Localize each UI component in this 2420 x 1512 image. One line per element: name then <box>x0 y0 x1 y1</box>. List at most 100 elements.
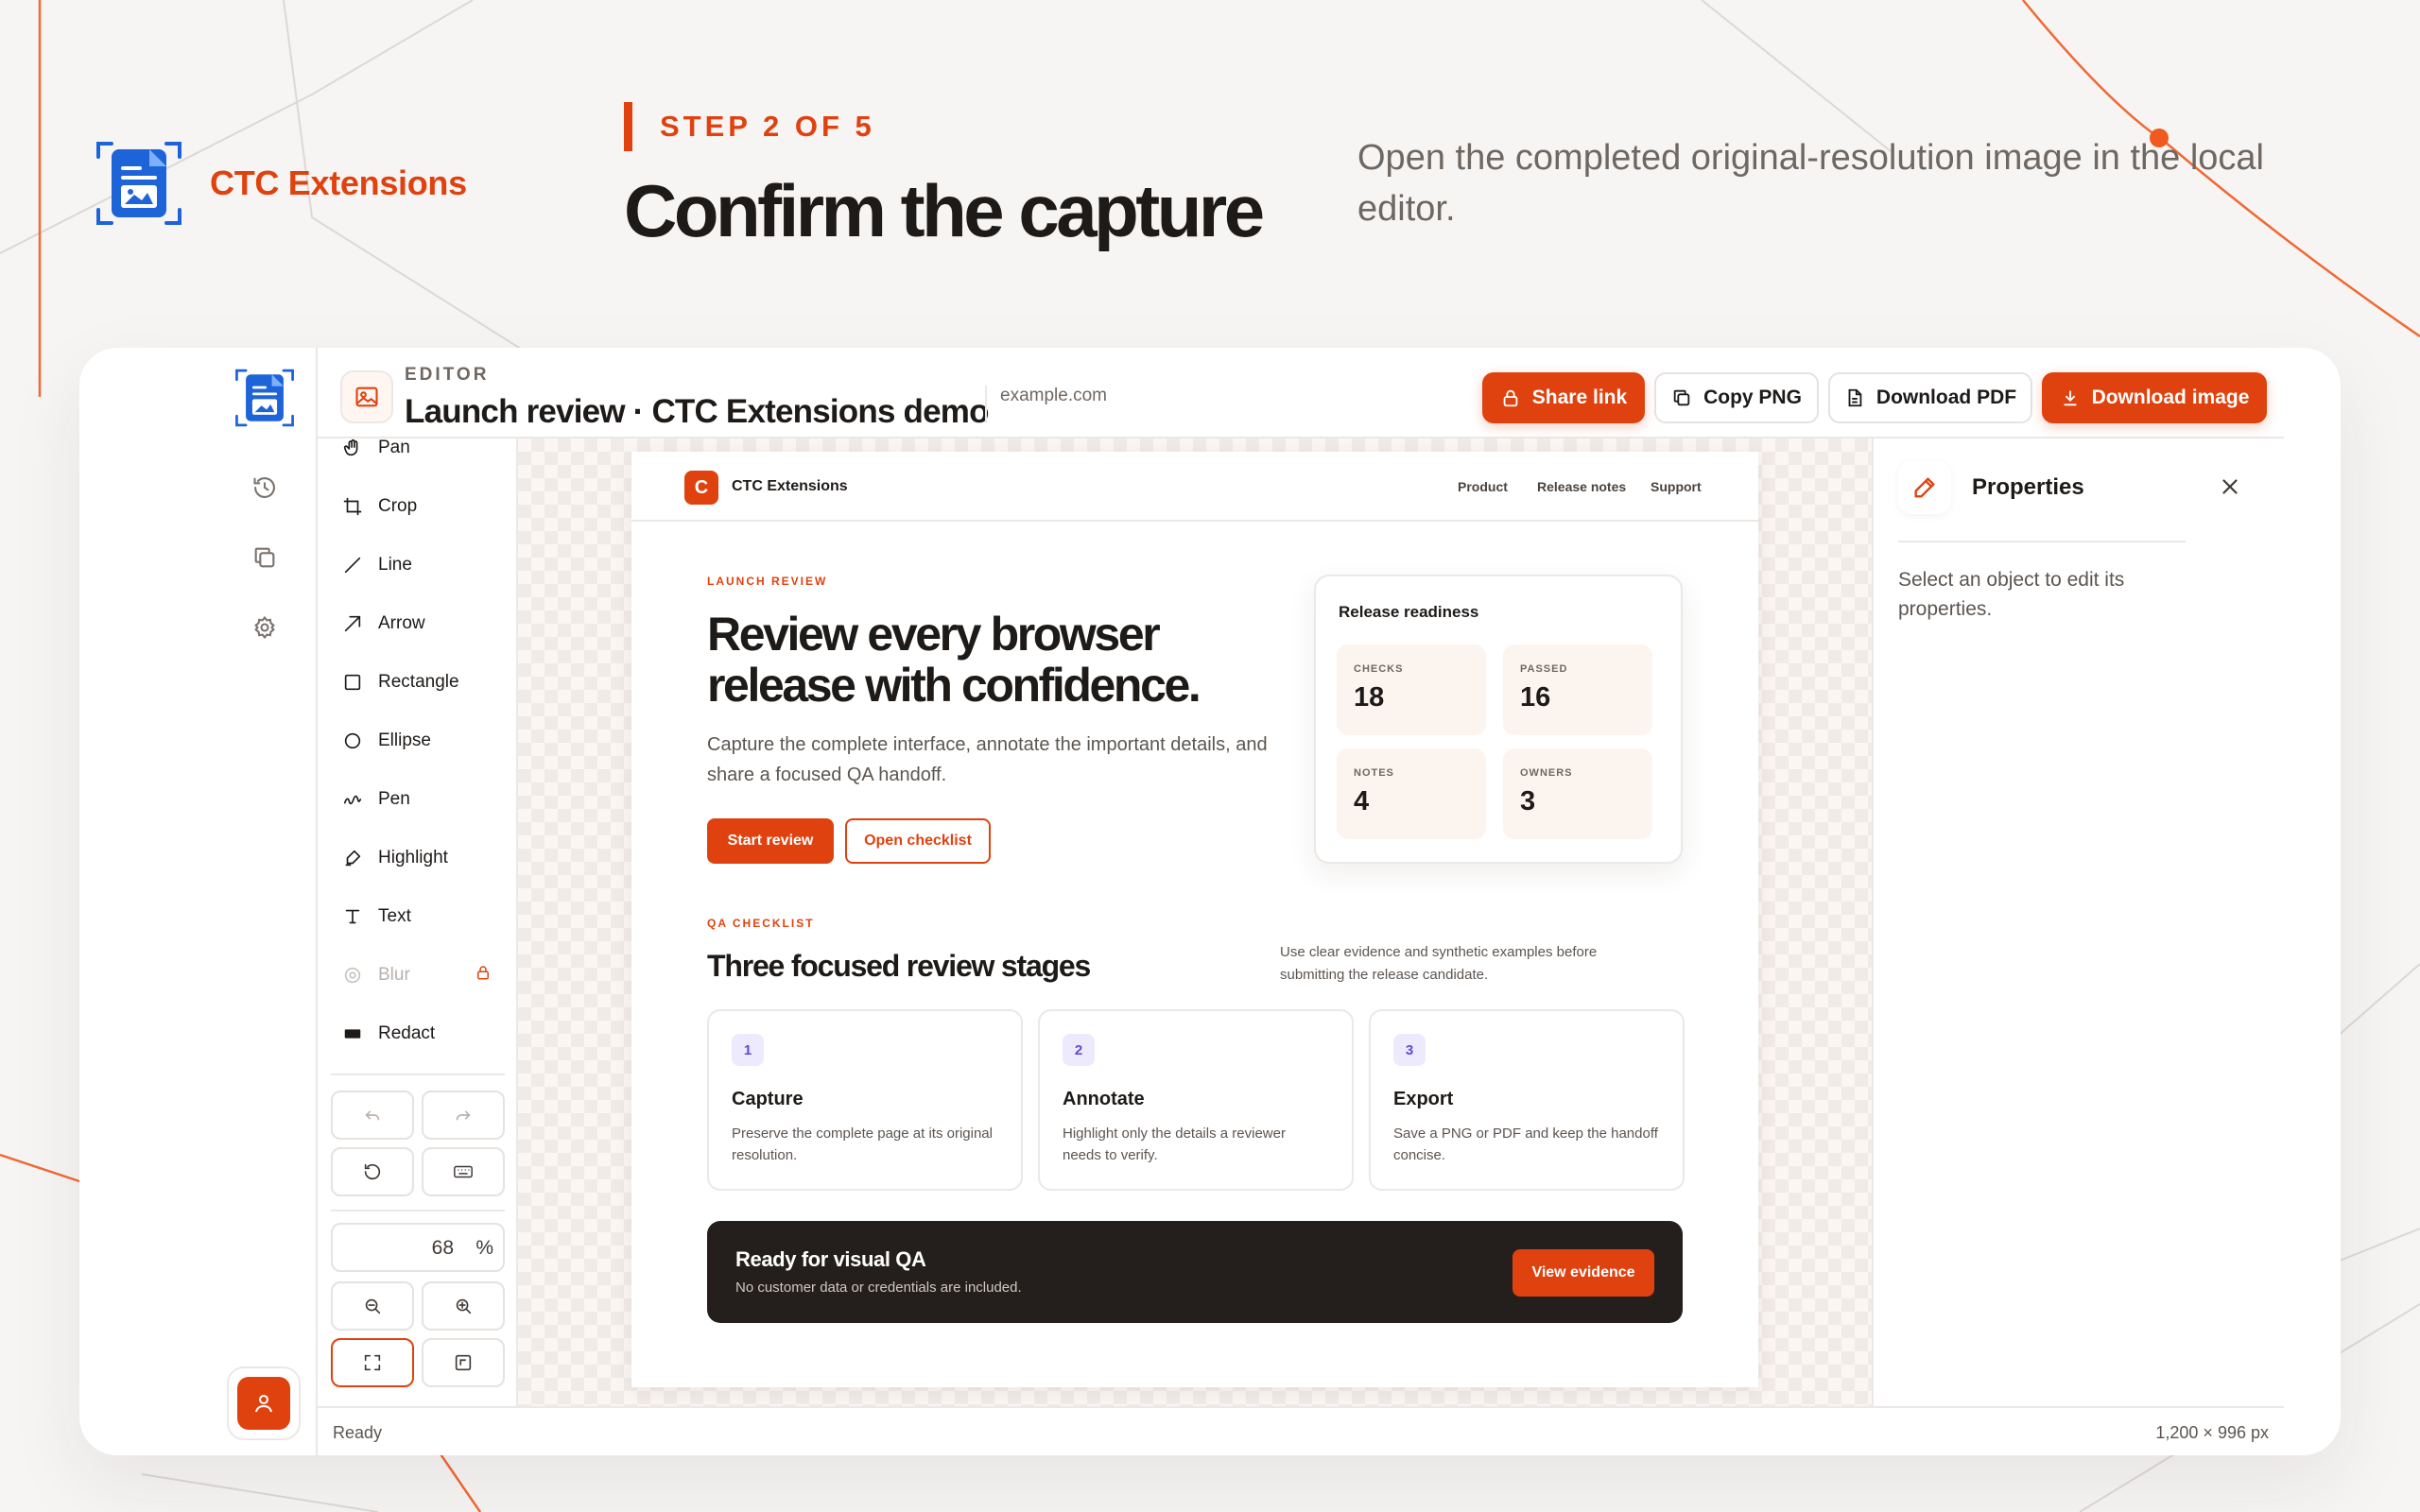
fit-to-screen-button[interactable] <box>331 1338 414 1387</box>
stage-card: 3 Export Save a PNG or PDF and keep the … <box>1369 1009 1685 1191</box>
tool-label: Text <box>378 906 411 926</box>
preview-kicker: LAUNCH REVIEW <box>707 575 828 588</box>
app-logo-icon[interactable] <box>233 367 296 429</box>
share-link-button[interactable]: Share link <box>1482 372 1645 423</box>
copy-icon[interactable] <box>251 544 278 571</box>
stage-number: 1 <box>732 1034 764 1066</box>
tool-label: Arrow <box>378 613 425 633</box>
brand-logo-icon <box>96 142 182 225</box>
redact-icon <box>344 1029 361 1039</box>
tool-label: Pan <box>378 438 410 457</box>
download-pdf-button[interactable]: Download PDF <box>1828 372 2032 423</box>
stage-desc: Save a PNG or PDF and keep the handoff c… <box>1393 1125 1658 1163</box>
stat-card: PASSED 16 <box>1503 644 1652 735</box>
keyboard-shortcuts-button[interactable] <box>422 1147 505 1196</box>
tool-rectangle[interactable]: Rectangle <box>331 658 505 707</box>
user-avatar-button[interactable] <box>227 1366 301 1440</box>
crop-icon <box>343 497 362 516</box>
tool-line[interactable]: Line <box>331 541 505 590</box>
tool-redact[interactable]: Redact <box>331 1009 505 1058</box>
download-image-label: Download image <box>2091 387 2250 408</box>
preview-brand: CTC Extensions <box>732 478 848 494</box>
tool-label: Rectangle <box>378 672 459 692</box>
editor-kicker: EDITOR <box>405 365 490 385</box>
release-readiness-card: Release readiness CHECKS 18 PASSED 16 NO… <box>1314 575 1683 864</box>
tool-text[interactable]: Text <box>331 892 505 941</box>
tools-divider <box>331 1210 505 1211</box>
tool-highlight[interactable]: Highlight <box>331 833 505 883</box>
lock-icon <box>1503 389 1518 407</box>
copy-png-label: Copy PNG <box>1703 387 1802 408</box>
release-readiness-title: Release readiness <box>1339 603 1479 621</box>
download-icon <box>2064 390 2076 406</box>
redo-button[interactable] <box>422 1091 505 1140</box>
brand-name: CTC Extensions <box>210 163 467 202</box>
tool-blur[interactable]: Blur <box>331 951 505 1000</box>
stat-value: 18 <box>1354 682 1385 713</box>
status-bar: Ready 1,200 × 996 px <box>318 1406 2284 1455</box>
document-image-icon <box>340 370 393 423</box>
checklist-note: Use clear evidence and synthetic example… <box>1280 944 1598 983</box>
stage-card: 2 Annotate Highlight only the details a … <box>1038 1009 1354 1191</box>
download-image-button[interactable]: Download image <box>2042 372 2267 423</box>
zoom-input[interactable]: 68 % <box>331 1223 505 1272</box>
tool-pan[interactable]: Pan <box>331 423 505 472</box>
page-subtitle: Open the completed original-resolution i… <box>1357 138 2264 229</box>
stat-card: NOTES 4 <box>1337 748 1486 839</box>
editor-window: EDITOR Launch review · CTC Extensions de… <box>79 348 2341 1455</box>
file-icon <box>1848 388 1862 407</box>
fit-screen-icon <box>364 1354 381 1371</box>
editor-canvas[interactable]: C CTC Extensions Product Release notes S… <box>518 438 1872 1406</box>
stat-label: OWNERS <box>1520 767 1573 779</box>
tool-arrow[interactable]: Arrow <box>331 599 505 648</box>
pen-icon <box>343 795 362 805</box>
stage-title: Annotate <box>1063 1089 1145 1109</box>
copy-png-button[interactable]: Copy PNG <box>1654 372 1819 423</box>
stage-desc: Preserve the complete page at its origin… <box>732 1125 993 1163</box>
zoom-out-button[interactable] <box>331 1281 414 1331</box>
stat-value: 16 <box>1520 682 1551 713</box>
tool-label: Redact <box>378 1023 436 1043</box>
tool-label: Pen <box>378 789 410 809</box>
tool-pen[interactable]: Pen <box>331 775 505 824</box>
checklist-title: Three focused review stages <box>707 949 1091 983</box>
status-text: Ready <box>333 1423 383 1442</box>
rectangle-icon <box>344 674 361 691</box>
qa-banner-desc: No customer data or credentials are incl… <box>735 1280 1022 1296</box>
blur-icon <box>344 967 361 984</box>
undo-button[interactable] <box>331 1091 414 1140</box>
checklist-kicker: QA CHECKLIST <box>707 917 815 930</box>
properties-icon <box>1898 461 1951 514</box>
stat-value: 4 <box>1354 786 1370 816</box>
copy-icon <box>1673 389 1690 406</box>
stat-card: CHECKS 18 <box>1337 644 1486 735</box>
tool-label: Line <box>378 555 412 575</box>
tool-ellipse[interactable]: Ellipse <box>331 716 505 765</box>
preview-nav-link: Release notes <box>1537 479 1627 494</box>
download-pdf-label: Download PDF <box>1876 387 2017 408</box>
zoom-out-icon <box>365 1298 381 1314</box>
reset-button[interactable] <box>331 1147 414 1196</box>
zoom-in-button[interactable] <box>422 1281 505 1331</box>
tool-crop[interactable]: Crop <box>331 482 505 531</box>
app-rail <box>79 348 318 1455</box>
pencil-icon <box>1914 477 1935 498</box>
preview-start-review-button: Start review <box>707 818 834 864</box>
captured-page[interactable]: C CTC Extensions Product Release notes S… <box>631 452 1758 1387</box>
tool-label: Crop <box>378 496 418 516</box>
history-icon[interactable] <box>251 474 278 501</box>
text-icon <box>345 909 360 924</box>
close-icon[interactable] <box>2218 474 2242 499</box>
preview-nav-link: Support <box>1651 479 1702 494</box>
preview-nav-link: Product <box>1458 479 1508 494</box>
tool-label: Highlight <box>378 848 448 868</box>
properties-panel: Properties Select an object to edit its … <box>1872 438 2284 1406</box>
stage-desc: Highlight only the details a reviewer ne… <box>1063 1125 1286 1163</box>
stage-number: 3 <box>1393 1034 1426 1066</box>
undo-icon <box>365 1110 380 1121</box>
settings-icon[interactable] <box>251 614 278 641</box>
preview-hero-title: Review every browser release with confid… <box>707 608 1201 712</box>
actual-size-button[interactable] <box>422 1338 505 1387</box>
arrow-icon <box>344 615 361 632</box>
tool-label: Ellipse <box>378 730 431 750</box>
